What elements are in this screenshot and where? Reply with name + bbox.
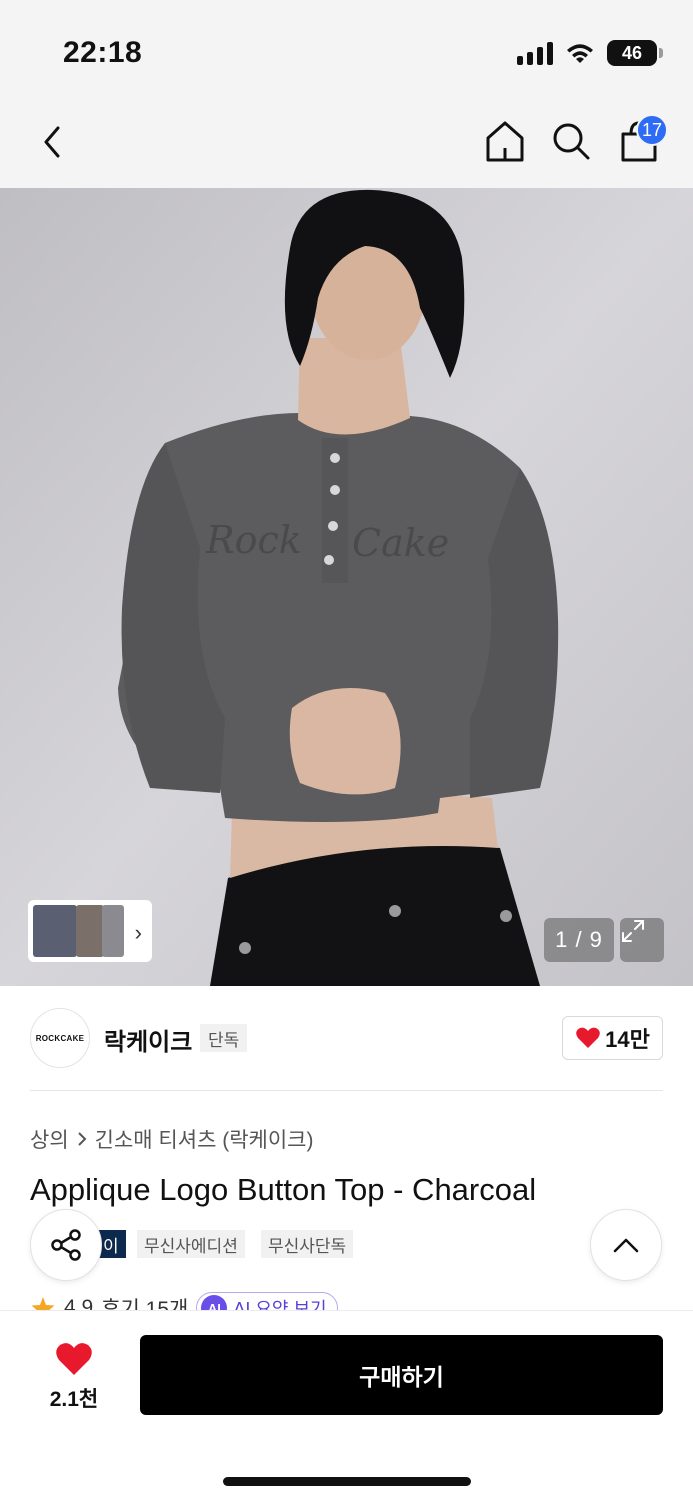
wifi-icon — [567, 44, 593, 63]
chevron-right-icon: › — [134, 920, 142, 945]
ai-summary-label: AI 요약 보기 — [233, 1299, 327, 1310]
thumbnail-image — [33, 905, 77, 957]
breadcrumb-category[interactable]: 상의 — [30, 1124, 69, 1154]
wishlist-count: 2.1천 — [49, 1388, 99, 1411]
brand-like-count: 14만 — [605, 1027, 650, 1052]
back-chevron-icon[interactable] — [36, 120, 72, 164]
battery-indicator: 46 — [607, 40, 663, 66]
share-button[interactable] — [30, 1209, 102, 1281]
star-icon — [31, 1297, 55, 1310]
rating-row: 4.9 후기 15개 AI AI 요약 보기 — [30, 1292, 338, 1310]
expand-button[interactable] — [620, 918, 664, 962]
product-image-gallery[interactable]: Rock Cake › 1 / 9 — [0, 188, 693, 986]
brand-name[interactable]: 락케이크 — [104, 1022, 192, 1057]
tag-musinsa-exclusive: 무신사단독 — [261, 1230, 354, 1258]
svg-text:Rock: Rock — [205, 518, 302, 562]
share-icon — [51, 1229, 81, 1261]
status-time: 22:18 — [63, 36, 143, 69]
heart-icon[interactable] — [54, 1341, 94, 1377]
scroll-to-top-button[interactable] — [590, 1209, 662, 1281]
chevron-right-icon — [77, 1132, 87, 1146]
brand-like-button[interactable]: 14만 — [562, 1016, 663, 1060]
breadcrumb-subcategory[interactable]: 긴소매 티셔츠 (락케이크) — [95, 1124, 314, 1154]
top-nav-bar — [0, 100, 693, 188]
tag-musinsa-edition: 무신사에디션 — [137, 1230, 245, 1258]
buy-button[interactable]: 구매하기 — [140, 1335, 663, 1415]
image-counter: 1 / 9 — [544, 918, 614, 962]
home-indicator — [223, 1477, 471, 1486]
heart-icon — [576, 1027, 600, 1048]
ai-summary-button[interactable]: AI AI 요약 보기 — [196, 1292, 338, 1310]
review-count[interactable]: 후기 15개 — [101, 1293, 188, 1310]
breadcrumb: 상의 긴소매 티셔츠 (락케이크) — [30, 1124, 314, 1154]
thumbnail-strip[interactable]: › — [28, 900, 152, 962]
bottom-action-bar: 2.1천 구매하기 — [0, 1310, 693, 1500]
divider — [30, 1090, 663, 1091]
brand-logo[interactable]: ROCKCAKE — [30, 1008, 90, 1068]
status-bar: 22:18 46 — [0, 0, 693, 100]
thumbnail-image — [76, 905, 104, 957]
expand-icon — [622, 920, 644, 942]
product-photo: Rock Cake — [0, 188, 693, 986]
ai-badge: AI — [201, 1295, 228, 1310]
rating-row-clip: 4.9 후기 15개 AI AI 요약 보기 — [0, 1288, 693, 1310]
chevron-up-icon — [613, 1238, 639, 1253]
cart-count-badge: 17 — [636, 114, 668, 146]
product-title: Applique Logo Button Top - Charcoal — [30, 1172, 537, 1207]
exclusive-badge: 단독 — [200, 1024, 248, 1052]
rating-value: 4.9 — [64, 1296, 94, 1310]
status-icons: 46 — [517, 40, 663, 66]
thumbnail-image — [102, 905, 124, 957]
svg-text:Cake: Cake — [352, 521, 449, 565]
search-icon[interactable] — [550, 118, 592, 164]
cellular-signal-icon — [517, 41, 553, 65]
home-icon[interactable] — [484, 118, 526, 164]
